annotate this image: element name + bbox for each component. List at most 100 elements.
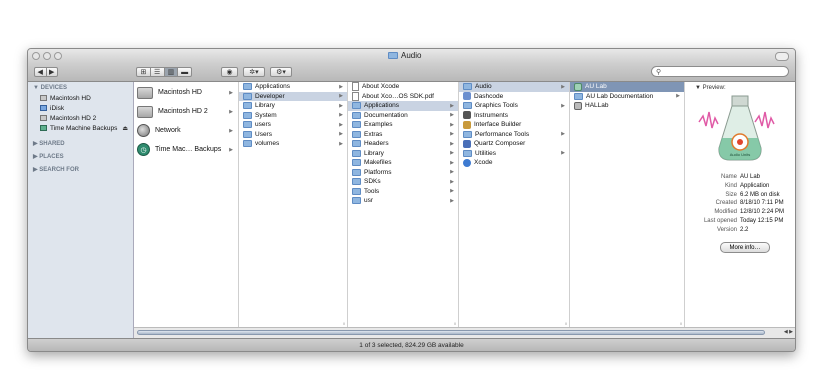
pdf-document-icon <box>352 91 359 101</box>
disclosure-arrow-icon: ▶ <box>450 178 454 185</box>
disclosure-arrow-icon: ▶ <box>339 121 343 128</box>
hard-drive-icon <box>137 86 153 99</box>
sidebar-item-macintosh-hd[interactable]: Macintosh HD <box>28 93 133 103</box>
column-root: Applications ▶ Developer ▶ Library ▶ System… <box>239 82 348 327</box>
column-view-button[interactable]: ▥ <box>164 68 179 76</box>
disclosure-arrow-icon: ▶ <box>676 93 680 100</box>
more-info-button[interactable]: More info… <box>720 242 770 253</box>
list-item-about-xcode-pdf[interactable]: About Xco…OS SDK.pdf <box>348 91 458 102</box>
shared-header[interactable]: ▶ SHARED <box>28 137 133 150</box>
list-item-au-lab-documentation[interactable]: AU Lab Documentation ▶ <box>570 92 684 102</box>
list-item-macintosh-hd-2[interactable]: Macintosh HD 2 ▶ <box>134 102 238 121</box>
list-item-usr[interactable]: usr ▶ <box>348 196 458 206</box>
forward-button[interactable]: ▶ <box>47 68 58 76</box>
disclosure-arrow-icon: ▶ <box>229 146 233 153</box>
folder-icon <box>243 92 252 100</box>
quartz-composer-app-icon <box>463 139 471 148</box>
list-item-performance-tools[interactable]: Performance Tools ▶ <box>459 130 569 140</box>
search-field[interactable]: ⚲ <box>651 66 789 77</box>
column-volumes: Macintosh HD ▶ Macintosh HD 2 ▶ Network … <box>134 82 239 327</box>
places-header[interactable]: ▶ PLACES <box>28 150 133 163</box>
scroll-arrows-icon[interactable]: ◀ ▶ <box>784 329 793 335</box>
column-browser: Macintosh HD ▶ Macintosh HD 2 ▶ Network … <box>134 82 795 327</box>
coverflow-view-button[interactable]: ▬ <box>178 68 191 76</box>
list-item-quartz-composer[interactable]: Quartz Composer <box>459 139 569 149</box>
sidebar-item-macintosh-hd-2[interactable]: Macintosh HD 2 <box>28 113 133 123</box>
disclosure-arrow-icon: ▶ <box>339 83 343 90</box>
action-menu-button[interactable]: ✲▾ <box>243 67 265 77</box>
list-item-tools[interactable]: Tools ▶ <box>348 187 458 197</box>
list-item-library[interactable]: Library ▶ <box>348 149 458 159</box>
list-item-interface-builder[interactable]: Interface Builder <box>459 120 569 130</box>
list-item-volumes[interactable]: volumes ▶ <box>239 139 347 149</box>
folder-icon <box>463 83 472 91</box>
list-item-users[interactable]: Users ▶ <box>239 130 347 140</box>
file-info-list: Name AU Lab Kind Application Size 6.2 MB on… <box>685 173 795 235</box>
column-resize-handle[interactable]: ll <box>680 321 682 326</box>
column-resize-handle[interactable]: ll <box>454 321 456 326</box>
close-button[interactable] <box>32 52 40 60</box>
list-item-graphics-tools[interactable]: Graphics Tools ▶ <box>459 101 569 111</box>
list-item-dashcode[interactable]: Dashcode <box>459 92 569 102</box>
list-item-examples[interactable]: Examples ▶ <box>348 120 458 130</box>
list-item-instruments[interactable]: Instruments <box>459 111 569 121</box>
list-item-library[interactable]: Library ▶ <box>239 101 347 111</box>
list-item-documentation[interactable]: Documentation ▶ <box>348 111 458 121</box>
network-globe-icon <box>137 124 150 137</box>
list-item-applications[interactable]: Applications ▶ <box>348 101 458 111</box>
list-item-hallab[interactable]: HALLab <box>570 101 684 111</box>
list-item-xcode[interactable]: Xcode <box>459 158 569 168</box>
sidebar-item-time-machine[interactable]: Time Machine Backups ⏏ <box>28 123 133 133</box>
document-icon <box>352 82 359 92</box>
toolbar-toggle-button[interactable] <box>775 52 789 61</box>
minimize-button[interactable] <box>43 52 51 60</box>
hard-drive-icon <box>40 115 47 121</box>
folder-icon <box>243 121 252 129</box>
list-item-applications[interactable]: Applications ▶ <box>239 82 347 92</box>
quicklook-button[interactable]: ◉ <box>221 67 238 77</box>
title-bar[interactable]: Audio <box>28 49 795 63</box>
list-item-macintosh-hd[interactable]: Macintosh HD ▶ <box>134 83 238 102</box>
list-item-extras[interactable]: Extras ▶ <box>348 130 458 140</box>
list-item-au-lab[interactable]: AU Lab <box>570 82 684 92</box>
horizontal-scrollbar[interactable]: ◀ ▶ <box>134 327 795 338</box>
list-item-users-lower[interactable]: users ▶ <box>239 120 347 130</box>
eject-icon[interactable]: ⏏ <box>122 125 128 132</box>
search-for-header[interactable]: ▶ SEARCH FOR <box>28 163 133 176</box>
list-view-button[interactable]: ☰ <box>151 68 165 76</box>
info-modified: Modified 12/8/10 2:24 PM <box>714 209 785 216</box>
column-developer: About Xcode About Xco…OS SDK.pdf Applica… <box>348 82 459 327</box>
list-item-system[interactable]: System ▶ <box>239 111 347 121</box>
devices-header[interactable]: ▼ DEVICES <box>33 85 133 93</box>
dashcode-app-icon <box>463 92 471 101</box>
list-item-platforms[interactable]: Platforms ▶ <box>348 168 458 178</box>
list-item-makefiles[interactable]: Makefiles ▶ <box>348 158 458 168</box>
sidebar-item-idisk[interactable]: iDisk <box>28 103 133 113</box>
list-item-headers[interactable]: Headers ▶ <box>348 139 458 149</box>
list-item-about-xcode[interactable]: About Xcode <box>348 82 458 92</box>
list-item-developer[interactable]: Developer ▶ <box>239 91 347 101</box>
list-item-time-machine-backups[interactable]: ◷ Time Mac… Backups ▶ <box>134 140 238 159</box>
folder-icon <box>243 130 252 138</box>
scroll-thumb[interactable] <box>137 330 765 335</box>
folder-icon <box>574 92 583 100</box>
list-item-audio[interactable]: Audio ▶ <box>459 82 569 92</box>
disclosure-arrow-icon: ▶ <box>561 150 565 157</box>
list-item-sdks[interactable]: SDKs ▶ <box>348 177 458 187</box>
column-resize-handle[interactable]: ll <box>565 321 567 326</box>
column-audio: AU Lab AU Lab Documentation ▶ HALLab ll <box>570 82 685 327</box>
list-item-utilities[interactable]: Utilities ▶ <box>459 149 569 159</box>
arrange-menu-button[interactable]: ⚙▾ <box>270 67 292 77</box>
disclosure-arrow-icon: ▶ <box>450 169 454 176</box>
list-item-network[interactable]: Network ▶ <box>134 121 238 140</box>
zoom-button[interactable] <box>54 52 62 60</box>
icon-view-button[interactable]: ⊞ <box>137 68 151 76</box>
view-mode-control[interactable]: ⊞ ☰ ▥ ▬ <box>136 67 192 77</box>
audio-units-label: Audio Units <box>730 152 750 157</box>
back-button[interactable]: ◀ <box>35 68 47 76</box>
back-forward-control[interactable]: ◀ ▶ <box>34 67 58 77</box>
search-icon: ⚲ <box>656 69 662 76</box>
column-resize-handle[interactable]: ll <box>343 321 345 326</box>
folder-icon <box>352 130 361 138</box>
instruments-app-icon <box>463 111 471 120</box>
